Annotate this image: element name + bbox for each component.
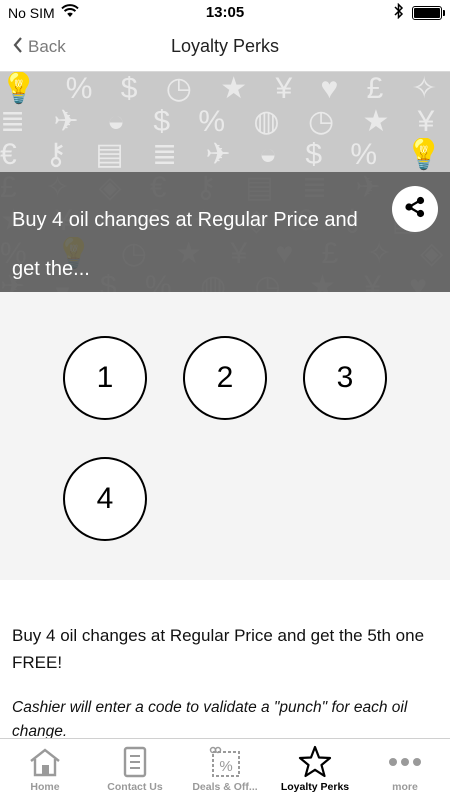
perk-title: Buy 4 oil changes at Regular Price and g… (12, 209, 358, 280)
punch-slot-4[interactable]: 4 (63, 457, 147, 541)
tab-bar: Home Contact Us % Deals & Off... Loyalty… (0, 738, 450, 800)
tab-loyalty-perks[interactable]: Loyalty Perks (270, 739, 360, 800)
tab-home[interactable]: Home (0, 739, 90, 800)
perk-hero-banner: 💡 % $ ◷ ★ ¥ ♥ £ ✧ ◈ € ⚷ ▤ ≣ ✈ ◒ $ % ◍ ◷ … (0, 72, 450, 292)
punch-card: 1 2 3 4 (0, 292, 450, 580)
perk-description: Buy 4 oil changes at Regular Price and g… (0, 580, 450, 738)
navigation-bar: Back Loyalty Perks (0, 24, 450, 72)
status-time: 13:05 (205, 4, 245, 21)
star-icon (298, 745, 332, 779)
more-dots-icon (386, 745, 424, 779)
page-title: Loyalty Perks (170, 36, 280, 56)
hero-title-band: Buy 4 oil changes at Regular Price and g… (0, 172, 450, 292)
share-button[interactable] (392, 186, 438, 232)
tab-deals-offers[interactable]: % Deals & Off... (180, 739, 270, 800)
tab-label: Home (30, 781, 60, 793)
app-screen: No SIM 13:05 Back Loyalty Perks 💡 % $ ◷ … (0, 0, 450, 800)
punch-slot-3[interactable]: 3 (303, 336, 387, 420)
contact-card-icon (120, 745, 150, 779)
battery-icon (412, 5, 445, 20)
status-bar: No SIM 13:05 (0, 0, 450, 24)
svg-text:%: % (219, 758, 232, 775)
perk-instructions: Cashier will enter a code to validate a … (12, 699, 408, 738)
tab-more[interactable]: more (360, 739, 450, 800)
perk-description-text: Buy 4 oil changes at Regular Price and g… (12, 626, 425, 672)
tab-label: Loyalty Perks (280, 781, 350, 793)
punch-slot-2[interactable]: 2 (183, 336, 267, 420)
tab-label: Deals & Off... (192, 781, 258, 793)
share-icon (403, 195, 427, 224)
battery-fill (414, 7, 440, 18)
home-icon (28, 745, 62, 779)
tab-label: more (392, 781, 418, 793)
coupon-icon: % (208, 745, 242, 779)
status-right (394, 2, 445, 22)
bluetooth-icon (394, 2, 404, 22)
punch-slot-1[interactable]: 1 (63, 336, 147, 420)
tab-label: Contact Us (107, 781, 163, 793)
tab-contact-us[interactable]: Contact Us (90, 739, 180, 800)
